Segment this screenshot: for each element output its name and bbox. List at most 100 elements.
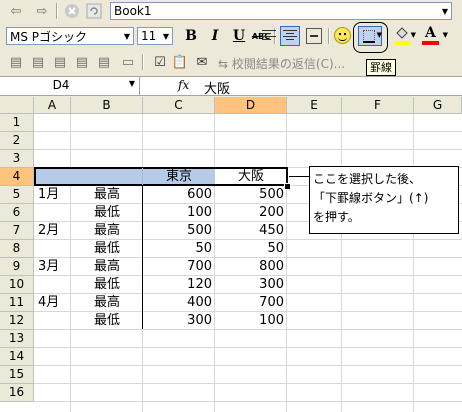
workbook-icon[interactable]: ▤	[28, 52, 48, 72]
cell-c8[interactable]: 50	[143, 240, 215, 258]
cell-c5[interactable]: 600	[143, 186, 215, 204]
cell-a9[interactable]: 3月	[34, 258, 71, 276]
stop-icon[interactable]	[62, 1, 82, 21]
checklist-icon[interactable]: ☑	[150, 52, 170, 72]
comment-icon[interactable]: ▭	[118, 52, 138, 72]
workbook-name: Book1	[114, 4, 152, 18]
cell-d10[interactable]: 300	[215, 276, 287, 294]
cell-d4[interactable]: 大阪	[215, 168, 287, 186]
address-combo[interactable]: Book1 ▼	[110, 2, 452, 20]
chevron-down-icon[interactable]: ▼	[377, 31, 382, 39]
font-color-button[interactable]: A ▼	[422, 25, 448, 46]
chevron-down-icon[interactable]: ▼	[160, 28, 172, 44]
cell-d9[interactable]: 800	[215, 258, 287, 276]
font-name-combo[interactable]: MS Pゴシック ▼	[6, 27, 134, 45]
cell-c10[interactable]: 120	[143, 276, 215, 294]
column-header-g[interactable]: G	[414, 97, 462, 114]
merge-center-icon[interactable]	[306, 28, 322, 44]
cell-c11[interactable]: 400	[143, 294, 215, 312]
cell-b8[interactable]: 最低	[71, 240, 143, 258]
back-arrow-icon[interactable]: ⇦	[6, 1, 26, 21]
select-all-corner[interactable]	[0, 97, 34, 114]
italic-button[interactable]: I	[204, 25, 226, 47]
chevron-down-icon[interactable]: ▼	[411, 31, 416, 39]
row-header-11[interactable]: 11	[0, 294, 34, 312]
row-header-16[interactable]: 16	[0, 384, 34, 402]
row-header-1[interactable]: 1	[0, 114, 34, 132]
cell-b6[interactable]: 最低	[71, 204, 143, 222]
workbook-icon[interactable]: ▤	[50, 52, 70, 72]
cell-c6[interactable]: 100	[143, 204, 215, 222]
cell-a5[interactable]: 1月	[34, 186, 71, 204]
column-header-d[interactable]: D	[215, 97, 287, 114]
refresh-icon[interactable]	[84, 1, 104, 21]
cell-d11[interactable]: 700	[215, 294, 287, 312]
column-header-c[interactable]: C	[143, 97, 215, 114]
row-header-4[interactable]: 4	[0, 168, 34, 186]
cell-d12[interactable]: 100	[215, 312, 287, 330]
fx-icon[interactable]: fx	[178, 78, 189, 92]
row-header-9[interactable]: 9	[0, 258, 34, 276]
column-header-a[interactable]: A	[34, 97, 71, 114]
align-center-button[interactable]	[280, 26, 300, 46]
reply-arrow-icon: ⇆	[218, 57, 229, 71]
cell-b12[interactable]: 最低	[71, 312, 143, 330]
callout-box: ここを選択した後、 「下罫線ボタン」(↑) を押す。	[309, 166, 459, 234]
mail-icon[interactable]: ✉	[192, 52, 212, 72]
fill-color-button[interactable]: ▼	[394, 26, 418, 46]
name-box[interactable]: D4 ▼	[0, 77, 140, 95]
cell-b9[interactable]: 最高	[71, 258, 143, 276]
standard-toolbar: ⇦ ⇨ Book1 ▼	[0, 0, 462, 22]
row-header-14[interactable]: 14	[0, 348, 34, 366]
column-header-e[interactable]: E	[287, 97, 342, 114]
font-color-swatch	[422, 41, 439, 45]
row-header-15[interactable]: 15	[0, 366, 34, 384]
paint-bucket-icon	[396, 27, 408, 39]
workbook-icon[interactable]: ▤	[6, 52, 26, 72]
cell-d8[interactable]: 50	[215, 240, 287, 258]
cell-b7[interactable]: 最高	[71, 222, 143, 240]
chevron-down-icon[interactable]: ▼	[439, 3, 451, 19]
reply-with-changes-button[interactable]: ⇆ 校閲結果の返信(C)...	[218, 55, 345, 72]
font-size-combo[interactable]: 11 ▼	[137, 27, 173, 45]
cell-c12[interactable]: 300	[143, 312, 215, 330]
smiley-icon[interactable]	[334, 27, 351, 44]
cell-c9[interactable]: 700	[143, 258, 215, 276]
cell-a11[interactable]: 4月	[34, 294, 71, 312]
callout-line-3: を押す。	[313, 210, 360, 224]
row-header-6[interactable]: 6	[0, 204, 34, 222]
cell-d6[interactable]: 200	[215, 204, 287, 222]
cell-b5[interactable]: 最高	[71, 186, 143, 204]
row-header-5[interactable]: 5	[0, 186, 34, 204]
column-header-f[interactable]: F	[342, 97, 414, 114]
underline-button[interactable]: U	[228, 25, 250, 47]
chevron-down-icon[interactable]: ▼	[443, 31, 448, 39]
borders-button[interactable]: ▼	[358, 26, 382, 46]
forward-arrow-icon[interactable]: ⇨	[32, 1, 52, 21]
row-header-10[interactable]: 10	[0, 276, 34, 294]
column-header-b[interactable]: B	[71, 97, 143, 114]
row-header-7[interactable]: 7	[0, 222, 34, 240]
formula-input[interactable]: 大阪	[204, 78, 230, 97]
row-header-3[interactable]: 3	[0, 150, 34, 168]
cell-d7[interactable]: 450	[215, 222, 287, 240]
cell-c7[interactable]: 500	[143, 222, 215, 240]
cell-b10[interactable]: 最低	[71, 276, 143, 294]
row-header-8[interactable]: 8	[0, 240, 34, 258]
cell-d5[interactable]: 500	[215, 186, 287, 204]
row-header-13[interactable]: 13	[0, 330, 34, 348]
cell-a7[interactable]: 2月	[34, 222, 71, 240]
callout-connector	[289, 176, 309, 177]
name-box-value: D4	[52, 78, 70, 92]
align-left-icon[interactable]	[262, 30, 276, 42]
cell-b11[interactable]: 最高	[71, 294, 143, 312]
chevron-down-icon[interactable]: ▼	[129, 79, 135, 88]
cell-c4[interactable]: 東京	[143, 168, 215, 186]
workbook-icon[interactable]: ▤	[72, 52, 92, 72]
bold-button[interactable]: B	[180, 25, 202, 47]
row-header-2[interactable]: 2	[0, 132, 34, 150]
row-header-12[interactable]: 12	[0, 312, 34, 330]
clipboard-icon[interactable]: 📋	[170, 52, 190, 72]
workbook-icon[interactable]: ▤	[94, 52, 114, 72]
chevron-down-icon[interactable]: ▼	[121, 28, 133, 44]
